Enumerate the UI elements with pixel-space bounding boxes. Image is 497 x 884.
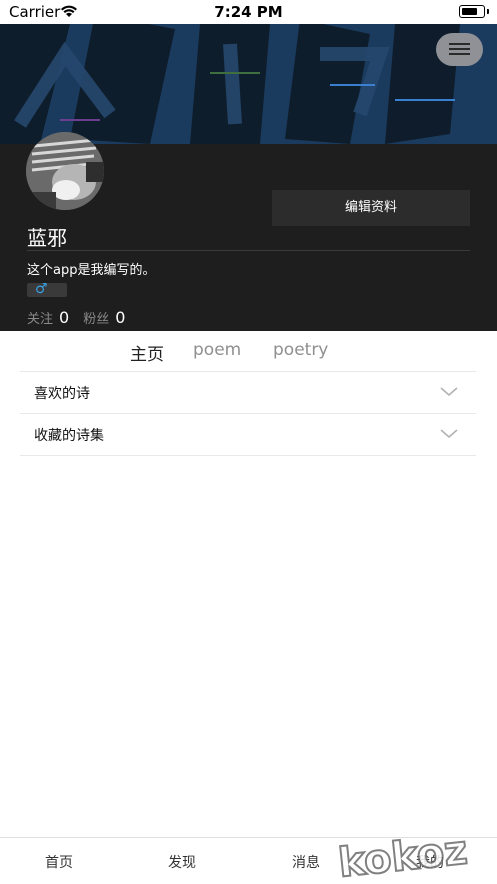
section-divider: [20, 455, 476, 456]
battery-level: [462, 8, 477, 15]
tabbar-item-messages[interactable]: 消息: [292, 852, 320, 872]
section-row-liked-poems[interactable]: 喜欢的诗: [20, 372, 476, 413]
avatar-image: [26, 132, 104, 210]
cover-artwork: [0, 24, 497, 144]
clock-time: 7:24 PM: [214, 3, 283, 21]
tabbar-item-home[interactable]: 首页: [45, 852, 73, 872]
status-bar: Carrier 7:24 PM: [0, 0, 497, 24]
username-divider: [27, 250, 470, 251]
chevron-down-icon: [440, 429, 458, 438]
section-row-saved-collections[interactable]: 收藏的诗集: [20, 414, 476, 455]
avatar[interactable]: [26, 132, 104, 210]
content-tabs: 主页 poem poetry: [0, 340, 497, 365]
edit-profile-button[interactable]: 编辑资料: [272, 190, 470, 226]
following-label[interactable]: 关注: [27, 312, 53, 327]
battery-cap: [487, 9, 489, 14]
tab-poetry[interactable]: poetry: [273, 340, 328, 360]
profile-stats: 关注 0 粉丝 0: [27, 308, 139, 327]
tab-home[interactable]: 主页: [130, 340, 164, 365]
battery-icon: [459, 5, 485, 18]
male-gender-icon: ♂: [35, 281, 48, 297]
gender-badge: ♂: [27, 281, 67, 297]
cover-banner: [0, 24, 497, 144]
chevron-down-icon: [440, 387, 458, 396]
followers-count[interactable]: 0: [115, 308, 125, 327]
watermark-logo: kokoz: [335, 826, 470, 883]
tabbar-item-discover[interactable]: 发现: [168, 852, 196, 872]
following-count[interactable]: 0: [59, 308, 69, 327]
svg-text:kokoz: kokoz: [336, 827, 469, 883]
username: 蓝邪: [27, 226, 67, 250]
hamburger-menu-icon: [449, 43, 470, 45]
section-label: 收藏的诗集: [34, 428, 104, 444]
hamburger-menu-button[interactable]: [436, 33, 483, 66]
tab-poem[interactable]: poem: [193, 340, 241, 360]
section-label: 喜欢的诗: [34, 386, 90, 402]
profile-bio: 这个app是我编写的。: [27, 263, 156, 278]
followers-label[interactable]: 粉丝: [83, 312, 109, 327]
